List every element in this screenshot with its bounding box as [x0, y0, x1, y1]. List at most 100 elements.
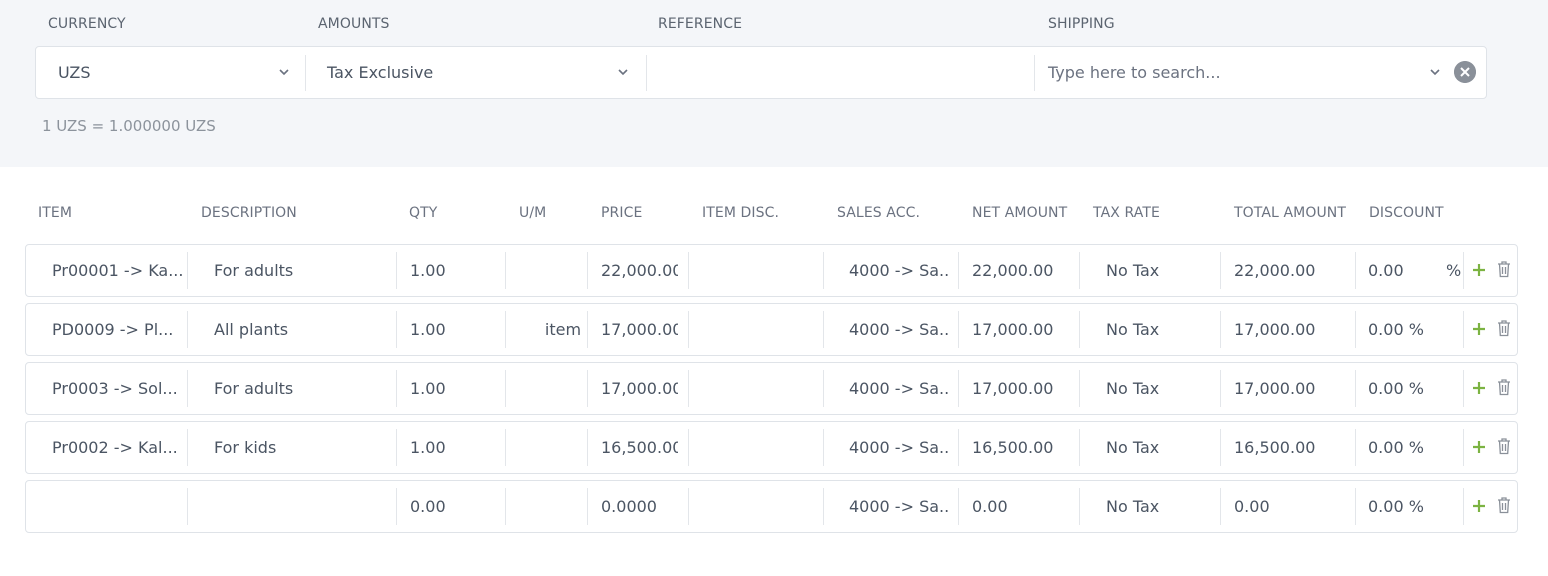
plus-icon[interactable] — [1470, 497, 1488, 515]
total-amount-cell[interactable]: 0.00 — [1234, 481, 1344, 532]
item-cell[interactable]: Pr0002 -> Kal... — [52, 422, 182, 473]
amounts-select[interactable]: Tax Exclusive — [327, 47, 607, 98]
trash-icon[interactable] — [1496, 319, 1512, 337]
trash-icon[interactable] — [1496, 437, 1512, 455]
net-amount-cell[interactable]: 0.00 — [972, 481, 1082, 532]
discount-cell[interactable]: 0.00 — [1368, 245, 1448, 296]
item-disc-cell[interactable] — [702, 481, 822, 532]
cell-divider — [958, 311, 959, 348]
net-amount-cell[interactable]: 17,000.00 — [972, 363, 1082, 414]
discount-unit — [1446, 304, 1464, 355]
discount-cell[interactable]: 0.00 % — [1368, 481, 1448, 532]
price-cell[interactable]: 22,000.00 — [601, 245, 678, 296]
plus-icon[interactable] — [1470, 261, 1488, 279]
um-cell[interactable] — [533, 245, 593, 296]
qty-cell[interactable]: 0.00 — [410, 481, 500, 532]
qty-cell[interactable]: 1.00 — [410, 422, 500, 473]
discount-cell[interactable]: 0.00 % — [1368, 363, 1448, 414]
item-cell[interactable]: Pr0003 -> Sol... — [52, 363, 182, 414]
currency-select[interactable]: UZS — [58, 47, 298, 98]
col-header-net-amount: NET AMOUNT — [972, 205, 1068, 221]
plus-icon[interactable] — [1470, 379, 1488, 397]
trash-icon[interactable] — [1496, 496, 1512, 514]
discount-cell[interactable]: 0.00 % — [1368, 304, 1448, 355]
um-cell[interactable] — [533, 422, 593, 473]
item-disc-cell[interactable] — [702, 422, 822, 473]
qty-cell[interactable]: 1.00 — [410, 304, 500, 355]
tax-rate-cell[interactable]: No Tax — [1106, 363, 1216, 414]
price-cell[interactable]: 17,000.00 — [601, 304, 678, 355]
cell-divider — [1355, 488, 1356, 525]
cell-divider — [1463, 488, 1464, 525]
cell-divider — [688, 311, 689, 348]
price-cell[interactable]: 0.0000 — [601, 481, 678, 532]
cell-divider — [1355, 370, 1356, 407]
chevron-down-icon[interactable] — [277, 65, 291, 79]
discount-cell[interactable]: 0.00 % — [1368, 422, 1448, 473]
cell-divider — [1079, 488, 1080, 525]
qty-cell[interactable]: 1.00 — [410, 363, 500, 414]
cell-divider — [1463, 252, 1464, 289]
plus-icon[interactable] — [1470, 438, 1488, 456]
cell-divider — [587, 429, 588, 466]
sales-acc-cell[interactable]: 4000 -> Sa... — [849, 363, 949, 414]
tax-rate-cell[interactable]: No Tax — [1106, 422, 1216, 473]
sales-acc-cell[interactable]: 4000 -> Sa... — [849, 481, 949, 532]
cell-divider — [587, 370, 588, 407]
clear-icon[interactable] — [1454, 61, 1476, 83]
item-cell[interactable]: Pr00001 -> Ka... — [52, 245, 182, 296]
plus-icon[interactable] — [1470, 320, 1488, 338]
chevron-down-icon[interactable] — [1428, 65, 1442, 79]
net-amount-cell[interactable]: 22,000.00 — [972, 245, 1082, 296]
description-cell[interactable]: For adults — [214, 363, 394, 414]
total-amount-cell[interactable]: 17,000.00 — [1234, 363, 1344, 414]
total-amount-cell[interactable]: 22,000.00 — [1234, 245, 1344, 296]
cell-divider — [1220, 311, 1221, 348]
trash-icon[interactable] — [1496, 378, 1512, 396]
item-cell[interactable]: PD0009 -> Pl... — [52, 304, 182, 355]
cell-divider — [958, 429, 959, 466]
currency-value: UZS — [58, 63, 91, 82]
description-cell[interactable]: All plants — [214, 304, 394, 355]
cell-divider — [396, 252, 397, 289]
currency-label: CURRENCY — [48, 16, 126, 32]
item-cell[interactable] — [52, 481, 182, 532]
amounts-value: Tax Exclusive — [327, 63, 434, 82]
description-cell[interactable]: For kids — [214, 422, 394, 473]
reference-input[interactable] — [658, 47, 1028, 98]
cell-divider — [396, 429, 397, 466]
tax-rate-cell[interactable]: No Tax — [1106, 304, 1216, 355]
qty-cell[interactable]: 1.00 — [410, 245, 500, 296]
sales-acc-cell[interactable]: 4000 -> Sa... — [849, 245, 949, 296]
shipping-label: SHIPPING — [1048, 16, 1115, 32]
price-cell[interactable]: 17,000.00 — [601, 363, 678, 414]
cell-divider — [1463, 311, 1464, 348]
field-divider — [1034, 55, 1035, 91]
total-amount-cell[interactable]: 16,500.00 — [1234, 422, 1344, 473]
cell-divider — [505, 370, 506, 407]
cell-divider — [187, 429, 188, 466]
net-amount-cell[interactable]: 16,500.00 — [972, 422, 1082, 473]
um-cell[interactable] — [533, 481, 593, 532]
shipping-search-input[interactable]: Type here to search... — [1048, 47, 1418, 98]
price-cell[interactable]: 16,500.00 — [601, 422, 678, 473]
chevron-down-icon[interactable] — [616, 65, 630, 79]
item-disc-cell[interactable] — [702, 245, 822, 296]
total-amount-cell[interactable]: 17,000.00 — [1234, 304, 1344, 355]
um-cell[interactable]: item — [533, 304, 593, 355]
description-cell[interactable]: For adults — [214, 245, 394, 296]
um-cell[interactable] — [533, 363, 593, 414]
reference-label: REFERENCE — [658, 16, 743, 32]
item-disc-cell[interactable] — [702, 363, 822, 414]
sales-acc-cell[interactable]: 4000 -> Sa... — [849, 304, 949, 355]
net-amount-cell[interactable]: 17,000.00 — [972, 304, 1082, 355]
item-disc-cell[interactable] — [702, 304, 822, 355]
cell-divider — [688, 429, 689, 466]
trash-icon[interactable] — [1496, 260, 1512, 278]
col-header-um: U/M — [519, 205, 547, 221]
description-cell[interactable] — [214, 481, 394, 532]
cell-divider — [823, 311, 824, 348]
sales-acc-cell[interactable]: 4000 -> Sa... — [849, 422, 949, 473]
tax-rate-cell[interactable]: No Tax — [1106, 481, 1216, 532]
tax-rate-cell[interactable]: No Tax — [1106, 245, 1216, 296]
